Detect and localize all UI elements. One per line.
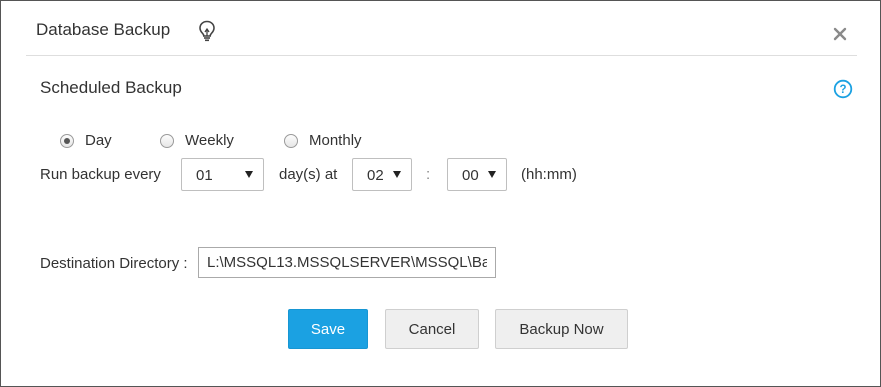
backup-now-button[interactable]: Backup Now (495, 309, 628, 349)
radio-weekly-label: Weekly (185, 132, 234, 149)
minute-select-value: 00 (462, 167, 479, 184)
interval-select-value: 01 (196, 167, 213, 184)
radio-day[interactable]: Day (60, 132, 112, 149)
minute-select[interactable]: 00 (447, 158, 507, 191)
lightbulb-icon (199, 20, 215, 42)
time-format-label: (hh:mm) (521, 166, 577, 183)
cancel-button[interactable]: Cancel (385, 309, 479, 349)
radio-weekly-circle[interactable] (160, 133, 174, 148)
time-separator: : (426, 166, 431, 183)
save-button[interactable]: Save (288, 309, 368, 349)
chevron-down-icon (393, 171, 401, 178)
radio-weekly[interactable]: Weekly (160, 132, 234, 149)
radio-monthly[interactable]: Monthly (284, 132, 362, 149)
radio-day-circle[interactable] (60, 133, 74, 148)
close-icon[interactable] (831, 25, 849, 43)
radio-monthly-circle[interactable] (284, 133, 298, 148)
radio-monthly-label: Monthly (309, 132, 362, 149)
hour-select-value: 02 (367, 167, 384, 184)
section-title: Scheduled Backup (40, 78, 182, 97)
destination-input[interactable] (198, 247, 496, 278)
title-divider (26, 55, 857, 56)
chevron-down-icon (245, 171, 253, 178)
run-backup-label: Run backup every (40, 166, 161, 183)
chevron-down-icon (488, 171, 496, 178)
help-icon[interactable]: ? (833, 79, 853, 99)
destination-label: Destination Directory : (40, 255, 188, 272)
days-at-label: day(s) at (279, 166, 338, 183)
database-backup-dialog: Database Backup Scheduled Backup ? Day W… (0, 0, 881, 387)
interval-select[interactable]: 01 (181, 158, 264, 191)
svg-text:?: ? (839, 84, 846, 96)
dialog-title: Database Backup (36, 20, 171, 39)
radio-day-label: Day (85, 132, 112, 149)
hour-select[interactable]: 02 (352, 158, 412, 191)
